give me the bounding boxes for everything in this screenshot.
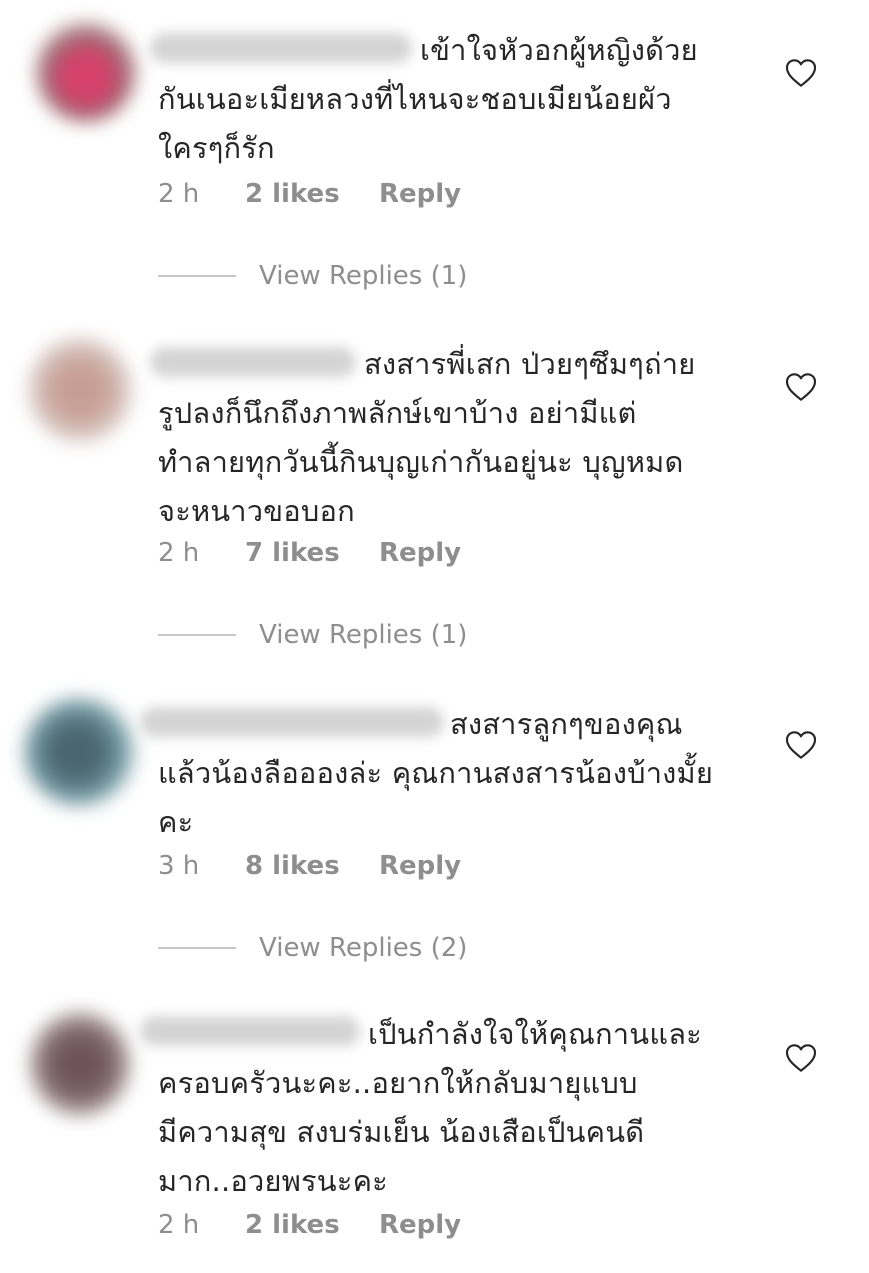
comment-time: 2 h: [158, 1210, 200, 1240]
avatar[interactable]: [28, 338, 132, 442]
comment-line: สงสารพี่เสก ป่วยๆซึมๆถ่าย: [364, 347, 696, 381]
comment-line: ใครๆก็รัก: [158, 131, 275, 165]
comment-time: 3 h: [158, 851, 200, 881]
comment-line: จะหนาวขอบอก: [158, 494, 355, 528]
view-replies-label: View Replies (1): [259, 620, 468, 650]
likes-count[interactable]: 8 likes: [245, 851, 379, 881]
comment-text: สงสารลูกๆของคุณ แล้วน้องลืออองล่ะ คุณกาน…: [158, 700, 758, 847]
avatar[interactable]: [30, 1012, 130, 1116]
comment-meta: 2 h 7 likes Reply: [158, 533, 461, 573]
view-replies-button[interactable]: View Replies (1): [158, 615, 467, 655]
view-replies-label: View Replies (2): [259, 933, 468, 963]
heart-outline-icon[interactable]: [785, 1043, 817, 1073]
comment-line: ครอบครัวนะคะ..อยากให้กลับมายุแบบ: [158, 1066, 638, 1100]
divider: [158, 947, 236, 949]
avatar[interactable]: [36, 22, 136, 122]
likes-count[interactable]: 7 likes: [245, 538, 379, 568]
divider: [158, 634, 236, 636]
likes-count[interactable]: 2 likes: [245, 179, 379, 209]
comment-line: เป็นกำลังใจให้คุณกานและ: [368, 1017, 702, 1051]
view-replies-label: View Replies (1): [259, 261, 468, 291]
reply-button[interactable]: Reply: [379, 179, 461, 209]
reply-button[interactable]: Reply: [379, 1210, 461, 1240]
reply-button[interactable]: Reply: [379, 538, 461, 568]
divider: [158, 275, 236, 277]
comment-line: คะ: [158, 805, 194, 839]
heart-outline-icon[interactable]: [785, 58, 817, 88]
comment-text: เป็นกำลังใจให้คุณกานและ ครอบครัวนะคะ..อย…: [158, 1010, 758, 1206]
view-replies-button[interactable]: View Replies (1): [158, 256, 467, 296]
avatar[interactable]: [24, 698, 134, 806]
comment-line: มาก..อวยพรนะคะ: [158, 1164, 388, 1198]
heart-outline-icon[interactable]: [785, 730, 817, 760]
comment-meta: 3 h 8 likes Reply: [158, 846, 461, 886]
comment-line: เข้าใจหัวอกผู้หญิงด้วย: [420, 33, 698, 67]
reply-button[interactable]: Reply: [379, 851, 461, 881]
comment-line: แล้วน้องลืออองล่ะ คุณกานสงสารน้องบ้างมั้…: [158, 756, 714, 790]
comment-line: สงสารลูกๆของคุณ: [450, 707, 683, 741]
comment-text: สงสารพี่เสก ป่วยๆซึมๆถ่าย รูปลงก็นึกถึงภ…: [158, 340, 758, 536]
comment-line: ทำลายทุกวันนี้กินบุญเก่ากันอยู่นะ บุญหมด: [158, 445, 684, 479]
comment-meta: 2 h 2 likes Reply: [158, 1205, 461, 1245]
heart-outline-icon[interactable]: [785, 372, 817, 402]
comment-line: รูปลงก็นึกถึงภาพลักษ์เขาบ้าง อย่ามีแต่: [158, 396, 637, 430]
comment-meta: 2 h 2 likes Reply: [158, 174, 461, 214]
likes-count[interactable]: 2 likes: [245, 1210, 379, 1240]
view-replies-button[interactable]: View Replies (2): [158, 928, 467, 968]
comment-text: เข้าใจหัวอกผู้หญิงด้วย กันเนอะเมียหลวงที…: [158, 26, 758, 173]
comment-time: 2 h: [158, 538, 200, 568]
comment-line: มีความสุข สงบร่มเย็น น้องเสือเป็นคนดี: [158, 1115, 645, 1149]
comment-time: 2 h: [158, 179, 200, 209]
comment-line: กันเนอะเมียหลวงที่ไหนจะชอบเมียน้อยผัว: [158, 82, 672, 116]
